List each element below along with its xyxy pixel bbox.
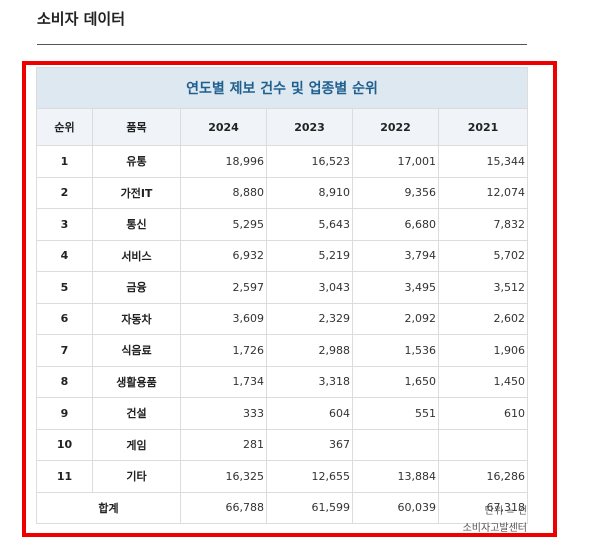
page: 소비자 데이터 연도별 제보 건수 및 업종별 순위 순위 품목 2024 20…: [0, 0, 610, 551]
page-title: 소비자 데이터: [37, 10, 126, 28]
highlight-frame: [22, 61, 557, 537]
title-divider: [37, 44, 527, 45]
